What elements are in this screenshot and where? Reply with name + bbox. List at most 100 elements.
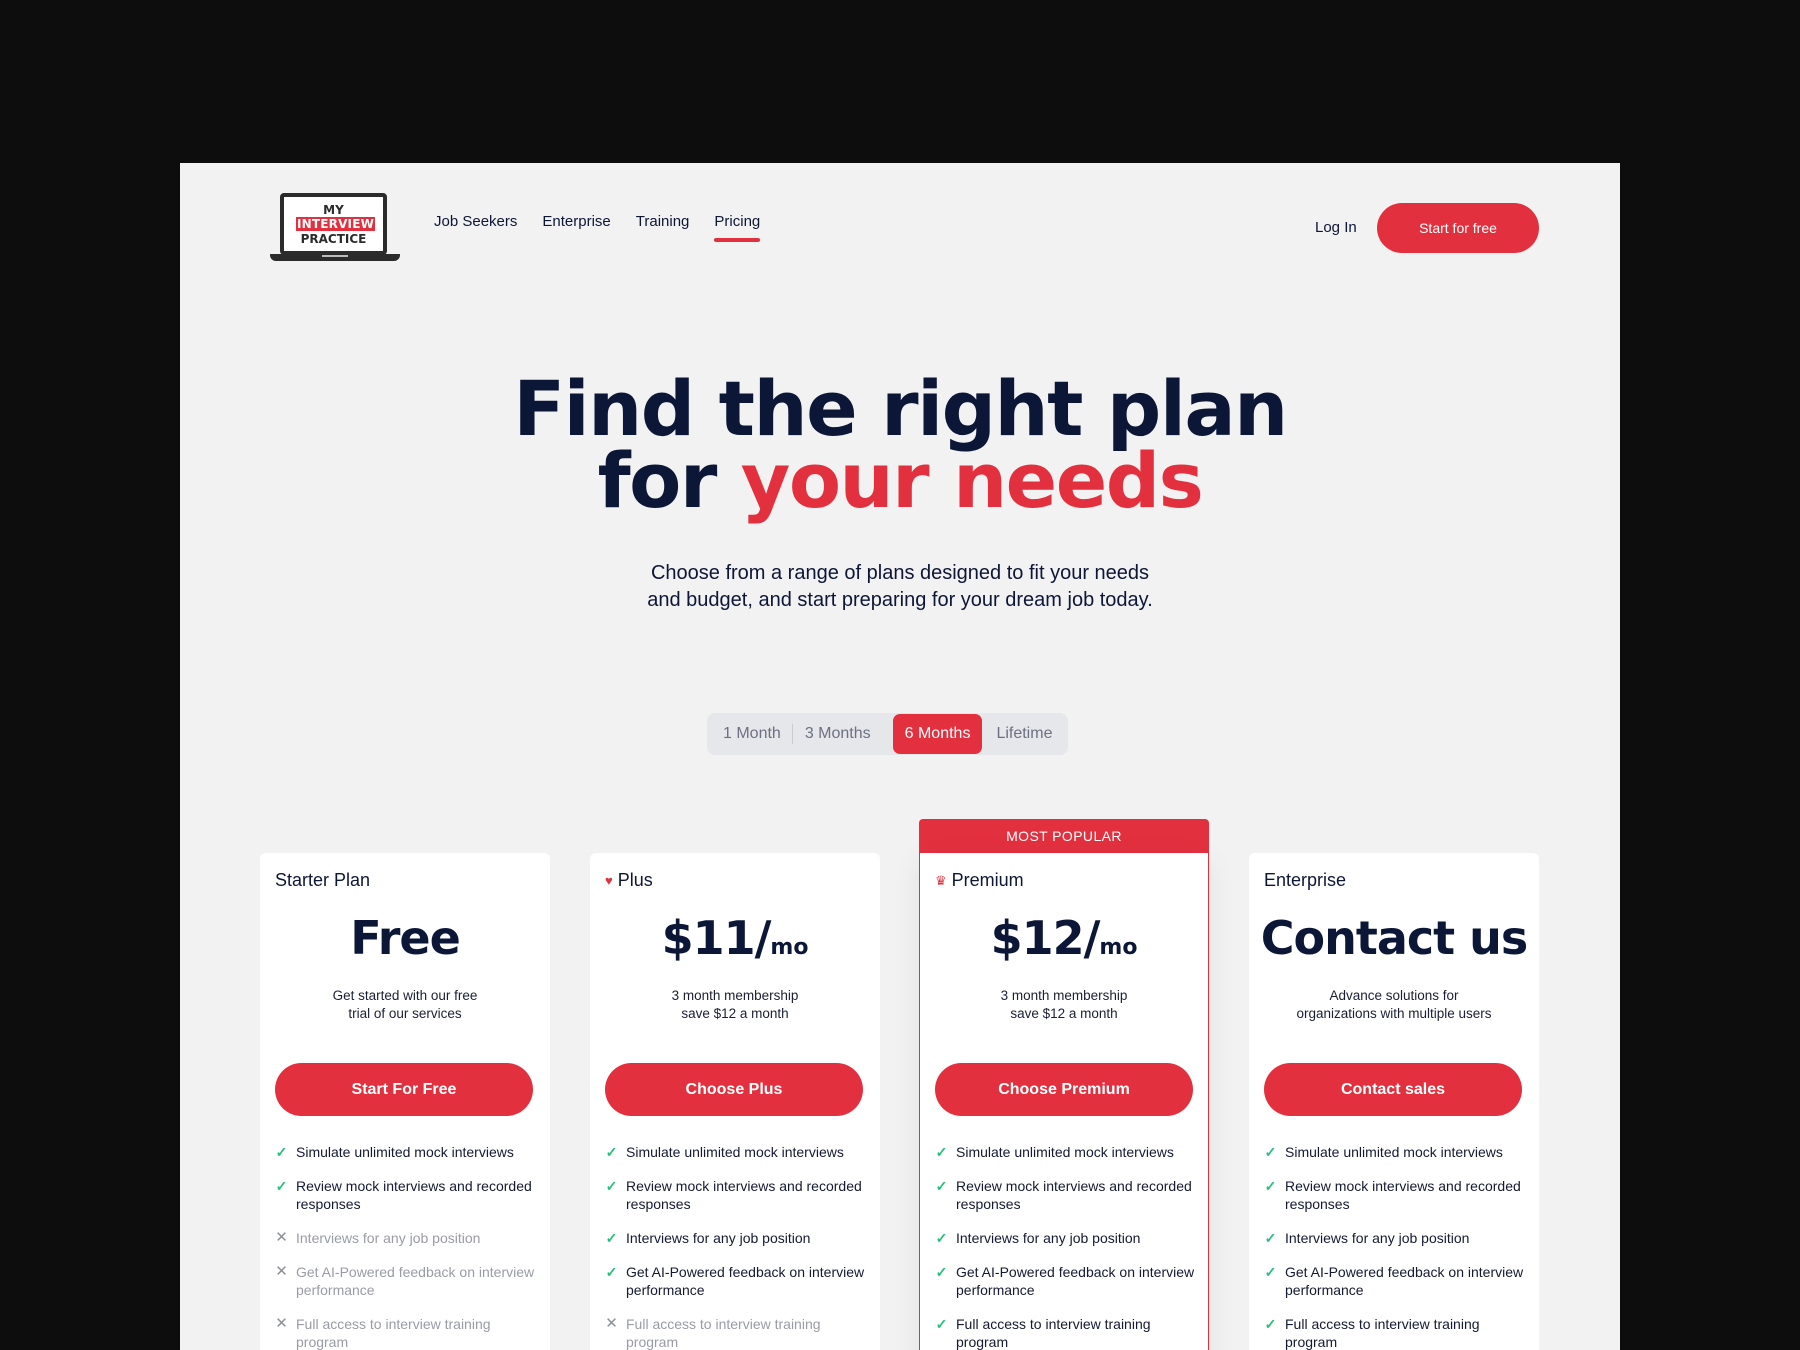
plan-description: Get started with our free trial of our se… xyxy=(332,988,478,1021)
feature-text: Simulate unlimited mock interviews xyxy=(626,1144,844,1160)
feature-item: ✓ Review mock interviews and recorded res… xyxy=(935,1177,1195,1213)
feature-item: ✓ Review mock interviews and recorded res… xyxy=(1264,1177,1524,1213)
feature-item: ✓ Get AI-Powered feedback on interview pe… xyxy=(605,1263,865,1299)
plan-starter-button[interactable]: Start For Free xyxy=(275,1063,533,1116)
feature-item: ✕ Full access to interview training progr… xyxy=(275,1315,535,1350)
check-icon: ✓ xyxy=(935,1178,948,1194)
feature-item: ✕ Full access to interview training progr… xyxy=(605,1315,865,1350)
plan-card-enterprise: Enterprise Contact us Advance solutions fo… xyxy=(1249,853,1539,1350)
feature-item: ✕ Get AI-Powered feedback on interview pe… xyxy=(275,1263,535,1299)
feature-text: Interviews for any job position xyxy=(956,1230,1141,1246)
feature-item: ✓ Interviews for any job position xyxy=(1264,1229,1524,1247)
check-icon: ✓ xyxy=(605,1178,618,1194)
laptop-screen-icon: MY INTERVIEW PRACTICE xyxy=(280,193,387,255)
feature-text: Review mock interviews and recorded resp… xyxy=(626,1178,862,1212)
feature-item: ✓ Full access to interview training progr… xyxy=(935,1315,1195,1350)
plan-price: $11/mo xyxy=(661,911,809,965)
feature-item: ✓ Simulate unlimited mock interviews xyxy=(605,1143,865,1161)
toggle-1-month[interactable]: 1 Month xyxy=(711,714,793,754)
check-icon: ✓ xyxy=(605,1144,618,1160)
toggle-6-months[interactable]: 6 Months xyxy=(892,714,983,754)
feature-text: Simulate unlimited mock interviews xyxy=(296,1144,514,1160)
plan-premium-button[interactable]: Choose Premium xyxy=(935,1063,1193,1116)
plan-name: ♥ Plus xyxy=(605,870,653,890)
plan-card-premium: ♛ Premium $12/mo 3 month membership save $12… xyxy=(919,853,1209,1350)
title-line-2-prefix: for xyxy=(597,436,741,525)
feature-item: ✓ Get AI-Powered feedback on interview pe… xyxy=(1264,1263,1524,1299)
check-icon: ✓ xyxy=(605,1264,618,1280)
page-subtitle: Choose from a range of plans designed to… xyxy=(647,562,1153,611)
page-title: Find the right plan for your needs xyxy=(180,371,1620,519)
check-icon: ✓ xyxy=(1264,1264,1277,1280)
feature-item: ✓ Get AI-Powered feedback on interview pe… xyxy=(935,1263,1195,1299)
feature-text: Full access to interview training progra… xyxy=(296,1316,491,1350)
feature-item: ✓ Simulate unlimited mock interviews xyxy=(935,1143,1195,1161)
check-icon: ✓ xyxy=(1264,1230,1277,1246)
feature-list: ✓ Simulate unlimited mock interviews ✓ Revi… xyxy=(935,1143,1195,1350)
plan-card-starter: Starter Plan Free Get started with our fre… xyxy=(260,853,550,1350)
plan-price: Free xyxy=(350,911,461,965)
check-icon: ✓ xyxy=(605,1230,618,1246)
nav-links: Job Seekers Enterprise Training Pricing xyxy=(434,213,785,244)
feature-text: Full access to interview training progra… xyxy=(1285,1316,1480,1350)
toggle-lifetime[interactable]: Lifetime xyxy=(992,714,1064,754)
check-icon: ✓ xyxy=(935,1264,948,1280)
feature-text: Get AI-Powered feedback on interview per… xyxy=(956,1264,1195,1298)
nav-link-training[interactable]: Training xyxy=(636,213,690,244)
billing-period-toggle: 1 Month 3 Months 6 Months Lifetime xyxy=(707,713,1069,755)
feature-text: Simulate unlimited mock interviews xyxy=(1285,1144,1503,1160)
feature-text: Full access to interview training progra… xyxy=(626,1316,821,1350)
nav-link-job-seekers[interactable]: Job Seekers xyxy=(434,213,517,244)
check-icon: ✓ xyxy=(1264,1144,1277,1160)
feature-item: ✕ Interviews for any job position xyxy=(275,1229,535,1247)
plan-name: Enterprise xyxy=(1264,870,1347,890)
feature-item: ✓ Simulate unlimited mock interviews xyxy=(275,1143,535,1161)
plan-name: ♛ Premium xyxy=(935,870,1024,890)
feature-item: ✓ Interviews for any job position xyxy=(605,1229,865,1247)
plan-description: Advance solutions for organizations with … xyxy=(1296,988,1492,1021)
cross-icon: ✕ xyxy=(275,1229,288,1246)
check-icon: ✓ xyxy=(275,1178,288,1194)
feature-text: Interviews for any job position xyxy=(1285,1230,1470,1246)
nav-link-enterprise[interactable]: Enterprise xyxy=(542,213,610,244)
plan-price: Contact us xyxy=(1260,911,1529,965)
top-nav: MY INTERVIEW PRACTICE Job Seekers Enterp… xyxy=(180,163,1620,293)
feature-text: Get AI-Powered feedback on interview per… xyxy=(1285,1264,1524,1298)
plan-description: 3 month membership save $12 a month xyxy=(1000,988,1128,1021)
feature-item: ✓ Interviews for any job position xyxy=(935,1229,1195,1247)
plan-card-plus: ♥ Plus $11/mo 3 month membership save $12 a … xyxy=(590,853,880,1350)
pricing-page: MY INTERVIEW PRACTICE Job Seekers Enterp… xyxy=(180,163,1620,1350)
feature-list: ✓ Simulate unlimited mock interviews ✓ Revi… xyxy=(605,1143,865,1350)
most-popular-badge: MOST POPULAR xyxy=(919,819,1209,853)
nav-link-pricing[interactable]: Pricing xyxy=(714,213,760,244)
feature-text: Review mock interviews and recorded resp… xyxy=(956,1178,1192,1212)
feature-text: Review mock interviews and recorded resp… xyxy=(1285,1178,1521,1212)
title-line-2-accent: your needs xyxy=(740,436,1204,525)
toggle-3-months[interactable]: 3 Months xyxy=(793,714,883,754)
plan-description: 3 month membership save $12 a month xyxy=(671,988,799,1021)
feature-item: ✓ Simulate unlimited mock interviews xyxy=(1264,1143,1524,1161)
start-for-free-button[interactable]: Start for free xyxy=(1377,203,1539,253)
feature-text: Get AI-Powered feedback on interview per… xyxy=(296,1264,535,1298)
laptop-base-icon xyxy=(270,254,400,261)
crown-icon: ♛ xyxy=(935,872,947,888)
cross-icon: ✕ xyxy=(275,1263,288,1280)
check-icon: ✓ xyxy=(935,1316,948,1332)
cross-icon: ✕ xyxy=(605,1315,618,1332)
plan-plus-button[interactable]: Choose Plus xyxy=(605,1063,863,1116)
login-link[interactable]: Log In xyxy=(1315,219,1357,236)
heart-icon: ♥ xyxy=(605,873,613,888)
feature-list: ✓ Simulate unlimited mock interviews ✓ Revi… xyxy=(1264,1143,1524,1350)
feature-text: Interviews for any job position xyxy=(626,1230,811,1246)
feature-list: ✓ Simulate unlimited mock interviews ✓ Revi… xyxy=(275,1143,535,1350)
plan-enterprise-button[interactable]: Contact sales xyxy=(1264,1063,1522,1116)
cross-icon: ✕ xyxy=(275,1315,288,1332)
check-icon: ✓ xyxy=(1264,1316,1277,1332)
plan-name: Starter Plan xyxy=(275,870,371,890)
feature-item: ✓ Review mock interviews and recorded res… xyxy=(605,1177,865,1213)
feature-text: Get AI-Powered feedback on interview per… xyxy=(626,1264,865,1298)
check-icon: ✓ xyxy=(275,1144,288,1160)
feature-text: Interviews for any job position xyxy=(296,1230,481,1246)
check-icon: ✓ xyxy=(935,1230,948,1246)
brand-logo[interactable]: MY INTERVIEW PRACTICE xyxy=(270,193,400,263)
